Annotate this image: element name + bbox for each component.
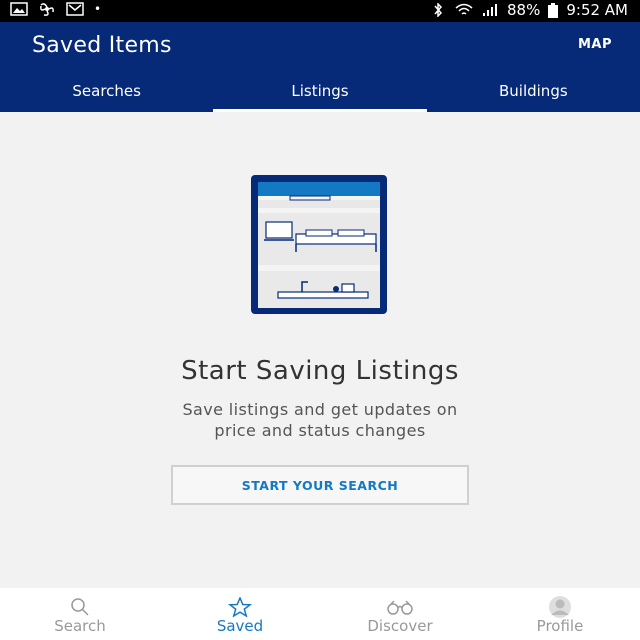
app-header: Saved Items MAP Searches Listings Buildi…: [0, 22, 640, 112]
notification-icons: •: [10, 2, 101, 16]
description-line-2: price and status changes: [214, 421, 426, 440]
search-icon: [71, 598, 89, 616]
battery-percent: 88%: [507, 1, 541, 19]
wifi-icon: [455, 3, 473, 15]
map-button[interactable]: MAP: [578, 37, 612, 52]
tab-buildings[interactable]: Buildings: [427, 80, 640, 112]
signal-icon: [483, 4, 497, 16]
clock: 9:52 AM: [566, 1, 628, 19]
nav-discover[interactable]: Discover: [320, 588, 480, 640]
image-notification-icon: [10, 2, 28, 16]
nav-saved[interactable]: Saved: [160, 588, 320, 640]
nav-search-label: Search: [54, 617, 106, 635]
tab-listings[interactable]: Listings: [213, 80, 427, 112]
star-icon: [227, 597, 253, 617]
nav-discover-label: Discover: [367, 617, 433, 635]
dot-icon: •: [94, 2, 102, 16]
pinwheel-notification-icon: [40, 3, 54, 16]
page-title: Saved Items: [32, 33, 172, 58]
empty-state-heading: Start Saving Listings: [181, 356, 459, 386]
nav-saved-label: Saved: [216, 617, 264, 635]
nav-search[interactable]: Search: [0, 588, 160, 640]
battery-icon: [548, 2, 559, 18]
bottom-navigation: Search Saved Discover Profile: [0, 588, 640, 640]
phone-listings-illustration: [251, 175, 387, 314]
avatar-icon: [549, 596, 571, 618]
start-search-button[interactable]: START YOUR SEARCH: [171, 465, 469, 505]
description-line-1: Save listings and get updates on: [182, 400, 458, 419]
tab-bar: Searches Listings Buildings: [0, 80, 640, 112]
gmail-notification-icon: [66, 2, 84, 16]
nav-profile-label: Profile: [536, 617, 584, 635]
bluetooth-icon: [434, 3, 443, 17]
status-bar: • 88% 9:52 AM: [0, 0, 640, 22]
empty-state-description: Save listings and get updates on price a…: [0, 399, 640, 441]
binoculars-icon: [387, 600, 413, 615]
nav-profile[interactable]: Profile: [480, 588, 640, 640]
tab-searches[interactable]: Searches: [0, 80, 213, 112]
empty-state: Start Saving Listings Save listings and …: [0, 112, 640, 588]
